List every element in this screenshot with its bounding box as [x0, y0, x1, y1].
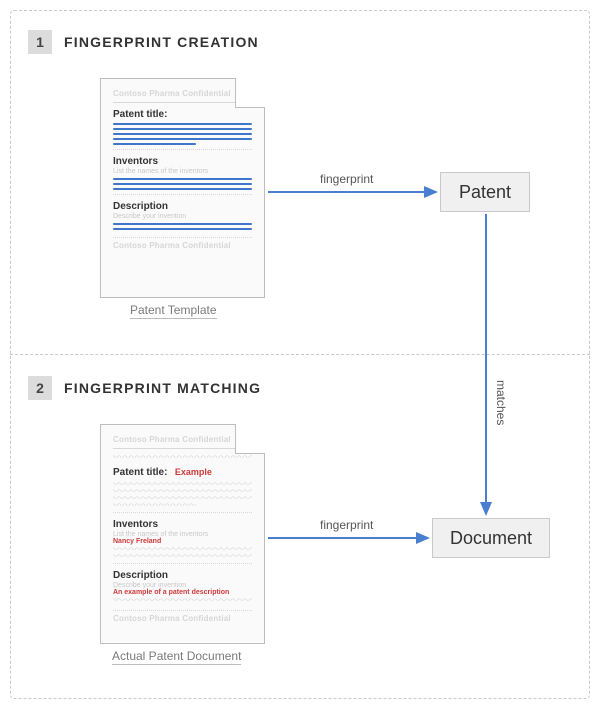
patent-title-label: Patent title:: [113, 467, 167, 478]
patent-template-doc: Contoso Pharma Confidential Patent title…: [100, 78, 265, 298]
patent-template-caption: Patent Template: [130, 303, 217, 319]
doc-footer: Contoso Pharma Confidential: [113, 237, 252, 250]
blank-line: [113, 178, 252, 180]
divider: [113, 102, 252, 103]
blank-line: [113, 133, 252, 135]
inventors-sub: List the names of the inventors: [113, 531, 252, 538]
text-line: [113, 554, 252, 559]
blank-line: [113, 138, 252, 140]
doc-header: Contoso Pharma Confidential: [113, 435, 252, 444]
text-line: [113, 482, 252, 487]
fingerprint-edge-label-2: fingerprint: [320, 518, 373, 532]
step-2-number: 2: [36, 380, 44, 396]
inventors-value: Nancy Freland: [113, 538, 252, 545]
patent-title-row: Patent title: Example: [113, 462, 252, 480]
fingerprint-edge-label-1: fingerprint: [320, 172, 373, 186]
step-1-number: 1: [36, 34, 44, 50]
description-sub: Describe your invention: [113, 213, 252, 220]
blank-line: [113, 183, 252, 185]
patent-node-label: Patent: [459, 182, 511, 203]
description-label: Description: [113, 201, 252, 212]
divider: [113, 563, 252, 564]
blank-line: [113, 188, 252, 190]
step-1-title: FINGERPRINT CREATION: [64, 34, 259, 50]
actual-patent-caption: Actual Patent Document: [112, 649, 241, 665]
document-node: Document: [432, 518, 550, 558]
doc-header: Contoso Pharma Confidential: [113, 89, 252, 98]
text-line: [113, 455, 252, 460]
matches-edge-label: matches: [494, 380, 508, 425]
text-line: [113, 598, 252, 603]
blank-line: [113, 128, 252, 130]
section-divider: [10, 354, 590, 355]
text-line: [113, 547, 252, 552]
blank-line: [113, 228, 252, 230]
doc-footer: Contoso Pharma Confidential: [113, 610, 252, 623]
divider: [113, 512, 252, 513]
text-line: [113, 496, 252, 501]
description-value: An example of a patent description: [113, 589, 252, 596]
page-fold-icon: [235, 424, 265, 454]
divider: [113, 448, 252, 449]
inventors-label: Inventors: [113, 156, 252, 167]
divider: [113, 194, 252, 195]
patent-title-label: Patent title:: [113, 109, 252, 120]
blank-line: [113, 123, 252, 125]
document-node-label: Document: [450, 528, 532, 549]
inventors-sub: List the names of the inventors: [113, 168, 252, 175]
page-fold-icon: [235, 78, 265, 108]
step-2-title: FINGERPRINT MATCHING: [64, 380, 261, 396]
step-1-badge: 1: [28, 30, 52, 54]
divider: [113, 149, 252, 150]
description-label: Description: [113, 570, 252, 581]
doc-body: Contoso Pharma Confidential Patent title…: [101, 425, 264, 629]
text-line: [113, 489, 252, 494]
actual-patent-doc: Contoso Pharma Confidential Patent title…: [100, 424, 265, 644]
description-sub: Describe your invention: [113, 582, 252, 589]
text-line: [113, 503, 196, 508]
patent-title-value: Example: [175, 467, 212, 477]
inventors-label: Inventors: [113, 519, 252, 530]
step-2-badge: 2: [28, 376, 52, 400]
patent-node: Patent: [440, 172, 530, 212]
blank-line: [113, 143, 196, 145]
blank-line: [113, 223, 252, 225]
